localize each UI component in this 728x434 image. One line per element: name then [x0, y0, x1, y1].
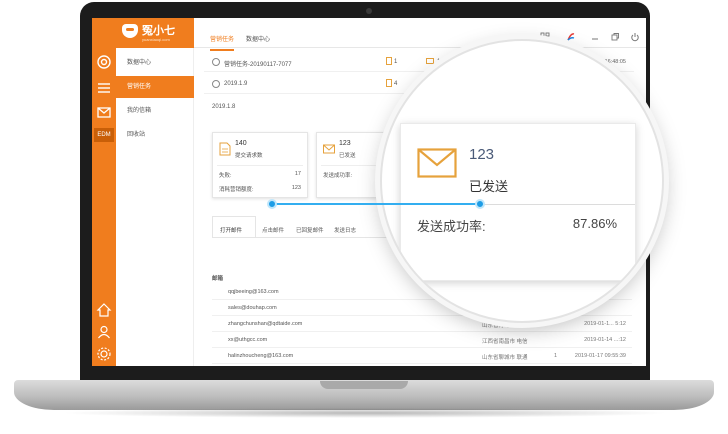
document-icon — [219, 142, 231, 156]
subtab-opened-mail[interactable]: 打开邮件 — [220, 226, 242, 234]
laptop-notch — [320, 381, 408, 389]
success-rate-value: 87.86% — [572, 216, 617, 231]
magnified-number: 123 — [469, 146, 495, 163]
restore-icon[interactable] — [610, 32, 620, 42]
menu-item-recycle-bin[interactable]: 回收站 — [116, 124, 194, 146]
row-time: 2019-01-17 09:55:39 — [574, 353, 626, 359]
menu-item-my-mailbox[interactable]: 我的信箱 — [116, 100, 194, 122]
logo-badge-icon — [122, 24, 138, 38]
document-icon — [386, 79, 392, 87]
icon-rail: EDM — [92, 18, 116, 366]
callout-connector — [272, 203, 480, 205]
stat-number: 140 — [235, 140, 247, 147]
table-header-email: 邮箱 — [212, 276, 224, 282]
logo: 冤小七 yuanxiaoqi.com — [116, 18, 194, 48]
brand-swirl-icon[interactable] — [566, 32, 576, 42]
mail-icon[interactable] — [96, 104, 112, 120]
envelope-icon — [426, 58, 434, 64]
menu-item-marketing-tasks[interactable]: 营销任务 — [116, 76, 194, 98]
envelope-icon — [417, 148, 457, 178]
task-file-count: 1 — [394, 59, 398, 65]
laptop-shadow — [60, 408, 670, 418]
target-icon[interactable] — [96, 54, 112, 70]
task-name: 2019.1.9 — [224, 81, 248, 87]
row-time: 2019-01-14 ...:12 — [584, 337, 626, 343]
home-icon[interactable] — [96, 302, 112, 318]
check-circle-icon[interactable] — [212, 80, 220, 88]
envelope-icon — [323, 142, 335, 156]
subtab-send-log[interactable]: 发送日志 — [334, 226, 356, 234]
side-menu: 冤小七 yuanxiaoqi.com 数据中心 营销任务 我的信箱 回收站 — [116, 18, 194, 366]
stat-card-requests: 140 提交请求数 失败: 17 消耗营销额度: 123 — [212, 132, 308, 198]
magnifier-callout: 123 已发送 发送成功率: 87.86% — [380, 39, 664, 323]
row-email: halinzhoucheng@163.com — [228, 353, 294, 359]
stat-key: 消耗营销额度: — [219, 187, 254, 193]
document-icon — [386, 57, 392, 65]
tab-marketing-tasks[interactable]: 营销任务 — [210, 34, 235, 51]
row-region: 山东省聊城市 联通 — [482, 355, 528, 361]
magnified-stat-card: 123 已发送 发送成功率: 87.86% — [400, 123, 636, 281]
edm-label[interactable]: EDM — [94, 128, 114, 142]
table-row[interactable]: halinzhoucheng@163.com 山东省聊城市 联通 1 2019-… — [212, 348, 632, 364]
stat-label: 提交请求数 — [235, 153, 263, 159]
row-email: qqjbeeing@163.com — [228, 289, 279, 295]
row-region: 江西省南昌市 电信 — [482, 339, 528, 345]
table-row[interactable]: xx@uthgcc.com 江西省南昌市 电信 2019-01-14 ...:1… — [212, 332, 632, 348]
row-email: xx@uthgcc.com — [228, 337, 268, 343]
user-icon[interactable] — [96, 324, 112, 340]
connector-dot-start — [267, 199, 277, 209]
row-email: zhangchunshan@qdtaide.com — [228, 321, 303, 327]
logo-subtext: yuanxiaoqi.com — [142, 37, 170, 42]
laptop-camera — [366, 8, 372, 14]
stat-label: 已发送 — [339, 153, 356, 159]
menu-item-data-center[interactable]: 数据中心 — [116, 52, 194, 74]
power-icon[interactable] — [630, 32, 640, 42]
magnified-label: 已发送 — [469, 179, 509, 194]
task-name: 营销任务-20190117-7077 — [224, 62, 292, 68]
logo-text: 冤小七 — [142, 25, 175, 37]
connector-dot-end — [475, 199, 485, 209]
stat-key: 发送成功率: — [323, 173, 353, 179]
subtab-clicked-mail[interactable]: 点击邮件 — [262, 226, 284, 234]
table-row[interactable]: zhangchunshan@qdtaide.com 山东省青岛市 电信 2019… — [212, 316, 632, 332]
subtab-replied-mail[interactable]: 已回复邮件 — [296, 226, 324, 234]
stat-value: 123 — [291, 185, 301, 191]
stat-value: 17 — [294, 171, 301, 177]
tab-data-center[interactable]: 数据中心 — [246, 34, 270, 43]
detail-title: 2019.1.8 — [212, 104, 236, 110]
stat-number: 123 — [339, 140, 351, 147]
row-time: 2019-01-1... 5:12 — [584, 321, 626, 327]
stat-key: 失败: — [219, 173, 232, 179]
check-circle-icon[interactable] — [212, 58, 220, 66]
success-rate-label: 发送成功率: — [417, 219, 486, 234]
row-count: 1 — [554, 353, 558, 359]
row-email: sales@douhap.com — [228, 305, 277, 311]
minimize-icon[interactable] — [590, 32, 600, 42]
list-icon[interactable] — [96, 80, 112, 96]
task-file-count: 4 — [394, 81, 398, 87]
divider — [217, 165, 303, 166]
tab-bar: 营销任务 数据中心 — [194, 18, 646, 51]
gear-icon[interactable] — [96, 346, 112, 362]
